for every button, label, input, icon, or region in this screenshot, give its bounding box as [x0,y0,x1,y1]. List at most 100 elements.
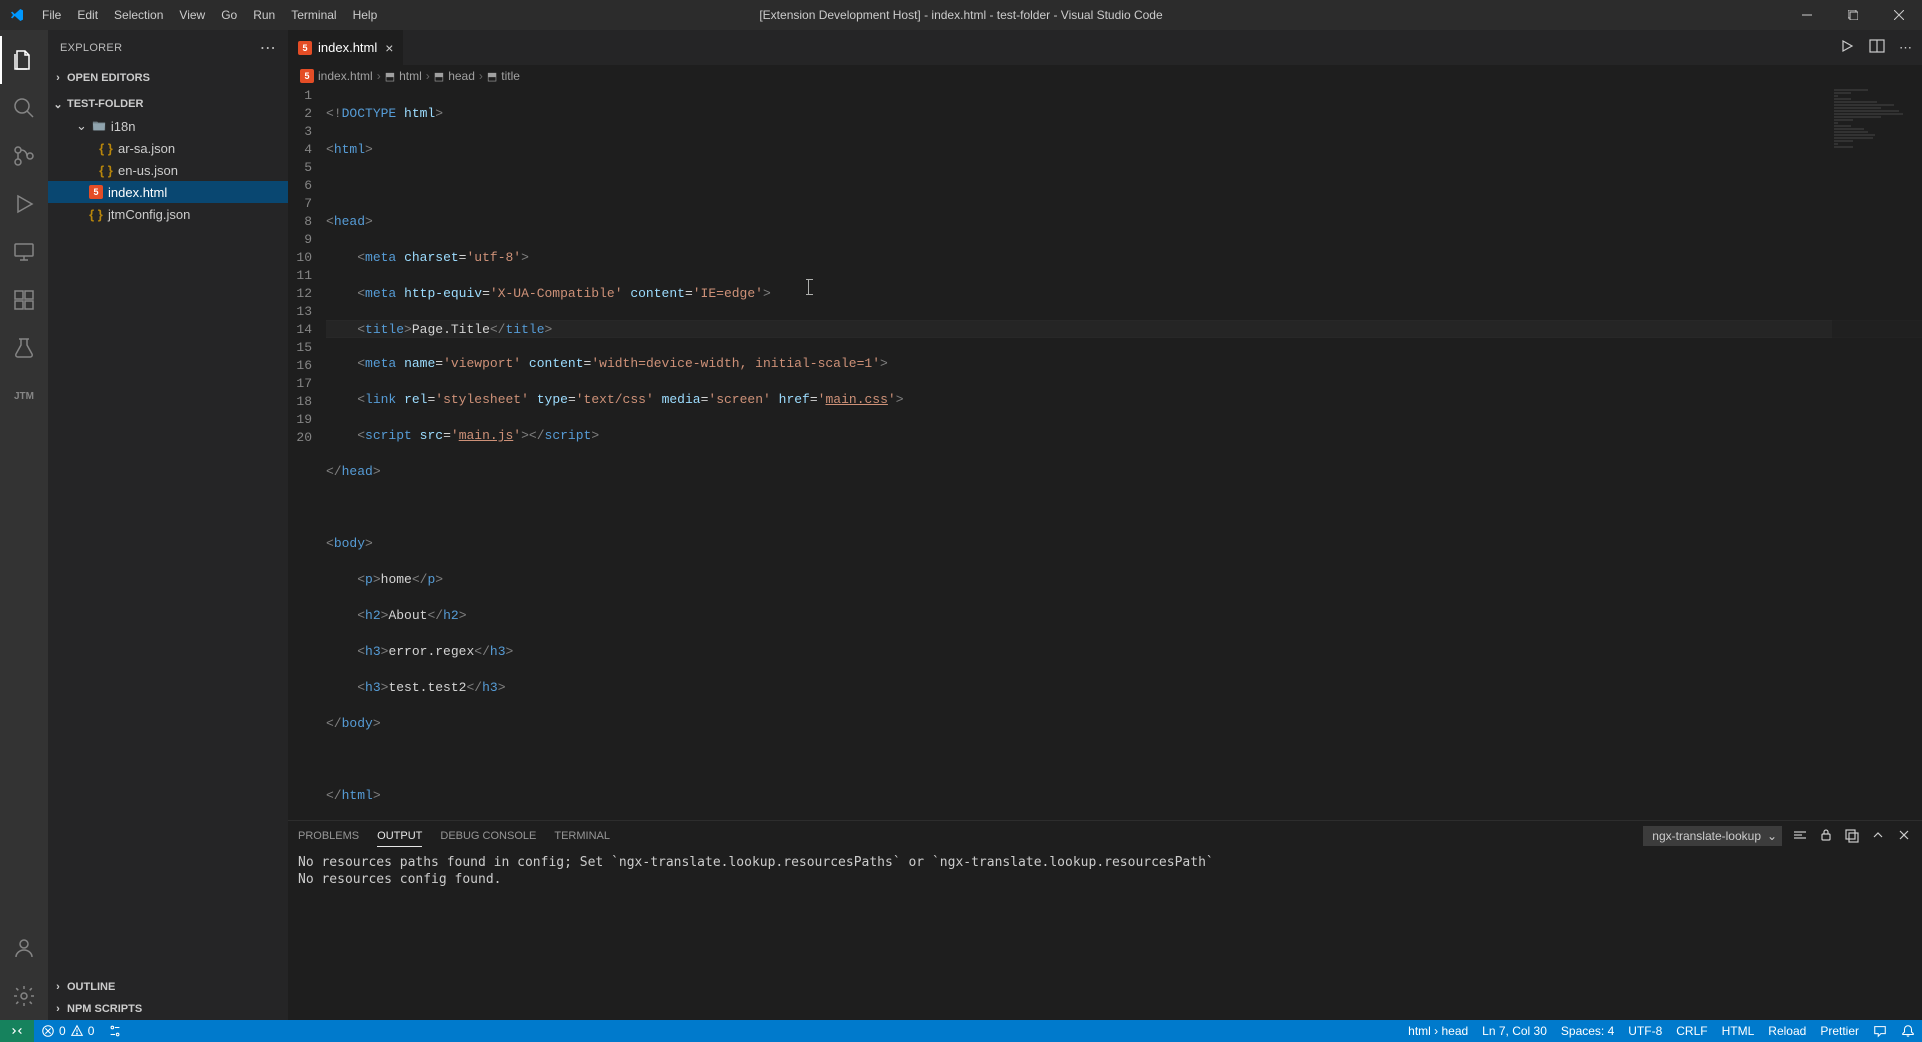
line-numbers-gutter: 1234567891011121314151617181920 [288,87,326,820]
chevron-down-icon: ⌄ [1767,829,1777,843]
tree-item-label: en-us.json [118,163,178,178]
sidebar: EXPLORER ⋯ › OPEN EDITORS ⌄ TEST-FOLDER … [48,30,288,1020]
menu-run[interactable]: Run [245,0,283,30]
sidebar-more-icon[interactable]: ⋯ [260,38,276,58]
tag-icon: ⬒ [487,70,497,83]
chevron-right-icon: › [377,69,381,83]
window-close-icon[interactable] [1876,0,1922,30]
tree-item-label: i18n [111,119,136,134]
activity-settings-icon[interactable] [0,972,48,1020]
remote-indicator-icon[interactable] [0,1020,34,1042]
status-ln-col[interactable]: Ln 7, Col 30 [1475,1020,1554,1042]
json-file-icon: { } [98,140,114,156]
status-breadcrumb[interactable]: html › head [1401,1020,1475,1042]
chevron-right-icon: › [426,69,430,83]
activity-testing-icon[interactable] [0,324,48,372]
tab-bar: 5 index.html × ⋯ [288,30,1922,65]
json-file-icon: { } [88,206,104,222]
breadcrumb[interactable]: 5 index.html › ⬒ html › ⬒ head › ⬒ title [288,65,1922,87]
activity-search-icon[interactable] [0,84,48,132]
menu-file[interactable]: File [34,0,69,30]
folder-header[interactable]: ⌄ TEST-FOLDER [48,93,288,115]
status-prettier[interactable]: Prettier [1813,1020,1866,1042]
chevron-right-icon: › [52,1003,64,1015]
open-log-icon[interactable] [1844,827,1860,846]
code-content[interactable]: <!DOCTYPE html> <html> <head> <meta char… [326,87,1922,820]
status-bell-icon[interactable] [1894,1020,1922,1042]
npm-scripts-header[interactable]: › NPM SCRIPTS [48,998,288,1020]
status-feedback-icon[interactable] [1866,1020,1894,1042]
html-file-icon: 5 [88,184,104,200]
panel-tab-output[interactable]: OUTPUT [377,830,422,847]
activity-explorer-icon[interactable] [0,36,48,84]
menu-go[interactable]: Go [213,0,245,30]
status-reload[interactable]: Reload [1761,1020,1813,1042]
statusbar: 0 0 html › head Ln 7, Col 30 Spaces: 4 U… [0,1020,1922,1042]
panel-tab-terminal[interactable]: TERMINAL [554,830,610,842]
minimap[interactable] [1832,87,1922,820]
tab-label: index.html [318,40,377,55]
chevron-down-icon: ⌄ [76,118,87,134]
breadcrumb-part[interactable]: head [448,69,475,83]
chevron-right-icon: › [52,72,64,84]
folder-open-icon [91,118,107,134]
status-encoding[interactable]: UTF-8 [1621,1020,1669,1042]
tree-folder-i18n[interactable]: ⌄ i18n [48,115,288,137]
sidebar-title: EXPLORER [60,42,122,54]
menu-terminal[interactable]: Terminal [283,0,344,30]
tree-file-ar-sa[interactable]: { } ar-sa.json [48,137,288,159]
tree-file-index-html[interactable]: 5 index.html [48,181,288,203]
panel-close-icon[interactable] [1896,827,1912,846]
json-file-icon: { } [98,162,114,178]
chevron-right-icon: › [479,69,483,83]
run-icon[interactable] [1839,38,1855,57]
tag-icon: ⬒ [434,70,444,83]
html-file-icon: 5 [300,69,314,83]
window-title: [Extension Development Host] - index.htm… [759,8,1162,22]
tab-index-html[interactable]: 5 index.html × [288,30,404,65]
lock-scroll-icon[interactable] [1818,827,1834,846]
breadcrumb-part[interactable]: title [501,69,520,83]
menubar: File Edit Selection View Go Run Terminal… [0,0,1922,30]
tab-close-icon[interactable]: × [385,40,393,56]
status-spaces[interactable]: Spaces: 4 [1554,1020,1621,1042]
activity-jtm-icon[interactable]: JTM [0,372,48,420]
status-language[interactable]: HTML [1715,1020,1762,1042]
window-maximize-icon[interactable] [1830,0,1876,30]
output-line: No resources paths found in config; Set … [298,855,1912,872]
breadcrumb-file[interactable]: index.html [318,69,373,83]
activity-remote-icon[interactable] [0,228,48,276]
activity-debug-icon[interactable] [0,180,48,228]
chevron-down-icon: ⌄ [52,98,64,111]
open-editors-header[interactable]: › OPEN EDITORS [48,67,288,89]
menu-view[interactable]: View [171,0,213,30]
status-eol[interactable]: CRLF [1669,1020,1714,1042]
status-problems[interactable]: 0 0 [34,1020,101,1042]
breadcrumb-part[interactable]: html [399,69,422,83]
output-line: No resources config found. [298,872,1912,889]
tree-file-en-us[interactable]: { } en-us.json [48,159,288,181]
outline-header[interactable]: › OUTLINE [48,976,288,998]
more-actions-icon[interactable]: ⋯ [1899,40,1912,56]
clear-output-icon[interactable] [1792,827,1808,846]
html-file-icon: 5 [298,41,312,55]
tree-file-jtmconfig[interactable]: { } jtmConfig.json [48,203,288,225]
menu-help[interactable]: Help [345,0,386,30]
activity-scm-icon[interactable] [0,132,48,180]
output-content[interactable]: No resources paths found in config; Set … [288,851,1922,1020]
split-editor-icon[interactable] [1869,38,1885,57]
editor-area: 5 index.html × ⋯ 5 index.html › ⬒ html ›… [288,30,1922,1020]
panel-expand-icon[interactable] [1870,827,1886,846]
status-prettier-icon[interactable] [101,1020,129,1042]
window-minimize-icon[interactable] [1784,0,1830,30]
menu-edit[interactable]: Edit [69,0,106,30]
menu-selection[interactable]: Selection [106,0,171,30]
panel-tab-problems[interactable]: PROBLEMS [298,830,359,842]
activity-account-icon[interactable] [0,924,48,972]
tree-item-label: index.html [108,185,167,200]
code-editor[interactable]: 1234567891011121314151617181920 <!DOCTYP… [288,87,1922,820]
output-channel-select[interactable]: ngx-translate-lookup ⌄ [1643,826,1782,846]
vscode-logo-icon [0,7,34,23]
panel-tab-debug-console[interactable]: DEBUG CONSOLE [440,830,536,842]
activity-extensions-icon[interactable] [0,276,48,324]
